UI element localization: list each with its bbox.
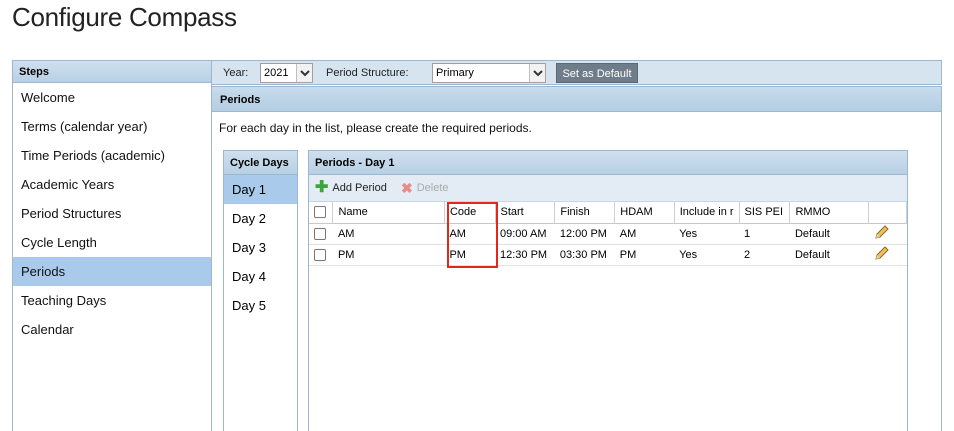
day-item-2[interactable]: Day 2 (224, 204, 297, 233)
delete-x-icon: ✖ (401, 180, 413, 196)
toolbar: Year: 2021 Period Structure: Primary Set… (212, 60, 942, 85)
step-item-cycle-length[interactable]: Cycle Length (13, 228, 211, 257)
cell-start: 12:30 PM (495, 244, 555, 266)
cell-hdam: AM (614, 223, 675, 245)
periods-grid-panel: Periods - Day 1 ✚ Add Period ✖ Delete Na… (308, 150, 908, 431)
day-item-4[interactable]: Day 4 (224, 262, 297, 291)
add-period-label: Add Period (332, 182, 387, 194)
steps-header: Steps (13, 61, 211, 83)
day-item-1[interactable]: Day 1 (224, 175, 297, 204)
select-all-checkbox[interactable] (314, 206, 326, 219)
year-value: 2021 (264, 67, 289, 79)
step-item-teaching-days[interactable]: Teaching Days (13, 286, 211, 315)
table-row[interactable]: AM AM 09:00 AM 12:00 PM AM Yes 1 Default (309, 223, 907, 245)
cell-sis-pei: 2 (739, 244, 790, 266)
set-as-default-button[interactable]: Set as Default (556, 63, 638, 83)
cycle-days-panel: Cycle Days Day 1 Day 2 Day 3 Day 4 Day 5 (223, 150, 298, 431)
day-item-5[interactable]: Day 5 (224, 291, 297, 320)
cell-finish: 03:30 PM (554, 244, 615, 266)
step-item-academic-years[interactable]: Academic Years (13, 170, 211, 199)
period-structure-label: Period Structure: (326, 67, 409, 79)
chevron-down-icon[interactable] (296, 64, 312, 82)
year-label: Year: (223, 67, 249, 79)
step-item-calendar[interactable]: Calendar (13, 315, 211, 344)
delete-label: Delete (416, 182, 449, 194)
instruction-text: For each day in the list, please create … (219, 121, 532, 135)
periods-header: Periods (212, 86, 942, 112)
periods-table: Name Code Start Finish HDAM Include in r… (309, 202, 907, 266)
table-row[interactable]: PM PM 12:30 PM 03:30 PM PM Yes 2 Default (309, 244, 907, 266)
select-all-cell[interactable] (309, 202, 334, 224)
col-sis-pei[interactable]: SIS PEI (739, 202, 791, 224)
step-item-terms[interactable]: Terms (calendar year) (13, 112, 211, 141)
day-item-3[interactable]: Day 3 (224, 233, 297, 262)
step-item-welcome[interactable]: Welcome (13, 83, 211, 112)
edit-pencil-icon[interactable] (874, 224, 890, 243)
step-item-period-structures[interactable]: Period Structures (13, 199, 211, 228)
cell-include: Yes (674, 244, 740, 266)
plus-icon: ✚ (315, 179, 329, 196)
col-include-in[interactable]: Include in r (674, 202, 740, 224)
col-actions (868, 202, 907, 224)
page-title: Configure Compass (12, 2, 237, 32)
col-name[interactable]: Name (332, 202, 445, 224)
cell-hdam: PM (614, 244, 675, 266)
cell-name: AM (332, 223, 445, 245)
cell-sis-pei: 1 (739, 223, 790, 245)
delete-button[interactable]: ✖ Delete (401, 181, 449, 195)
grid-toolbar: ✚ Add Period ✖ Delete (309, 175, 907, 202)
periods-grid-title: Periods - Day 1 (309, 151, 907, 175)
cell-rmmo: Default (789, 223, 869, 245)
year-select[interactable]: 2021 (260, 63, 313, 83)
add-period-button[interactable]: ✚ Add Period (315, 179, 387, 196)
row-checkbox[interactable] (314, 227, 326, 240)
cell-start: 09:00 AM (495, 223, 555, 245)
col-hdam[interactable]: HDAM (614, 202, 675, 224)
cycle-days-header: Cycle Days (224, 151, 297, 175)
cell-include: Yes (674, 223, 740, 245)
row-checkbox[interactable] (314, 248, 326, 261)
col-start[interactable]: Start (495, 202, 556, 224)
code-column-highlight (447, 202, 498, 268)
col-rmmo[interactable]: RMMO (789, 202, 870, 224)
step-item-periods[interactable]: Periods (13, 257, 211, 286)
cell-rmmo: Default (789, 244, 869, 266)
col-finish[interactable]: Finish (554, 202, 616, 224)
chevron-down-icon[interactable] (529, 64, 545, 82)
period-structure-select[interactable]: Primary (432, 63, 546, 83)
steps-panel: Steps Welcome Terms (calendar year) Time… (12, 60, 212, 431)
edit-pencil-icon[interactable] (874, 245, 890, 264)
period-structure-value: Primary (436, 67, 474, 79)
cell-name: PM (332, 244, 445, 266)
cell-finish: 12:00 PM (554, 223, 615, 245)
periods-body: For each day in the list, please create … (212, 112, 942, 431)
table-header-row: Name Code Start Finish HDAM Include in r… (309, 202, 907, 224)
step-item-time-periods[interactable]: Time Periods (academic) (13, 141, 211, 170)
